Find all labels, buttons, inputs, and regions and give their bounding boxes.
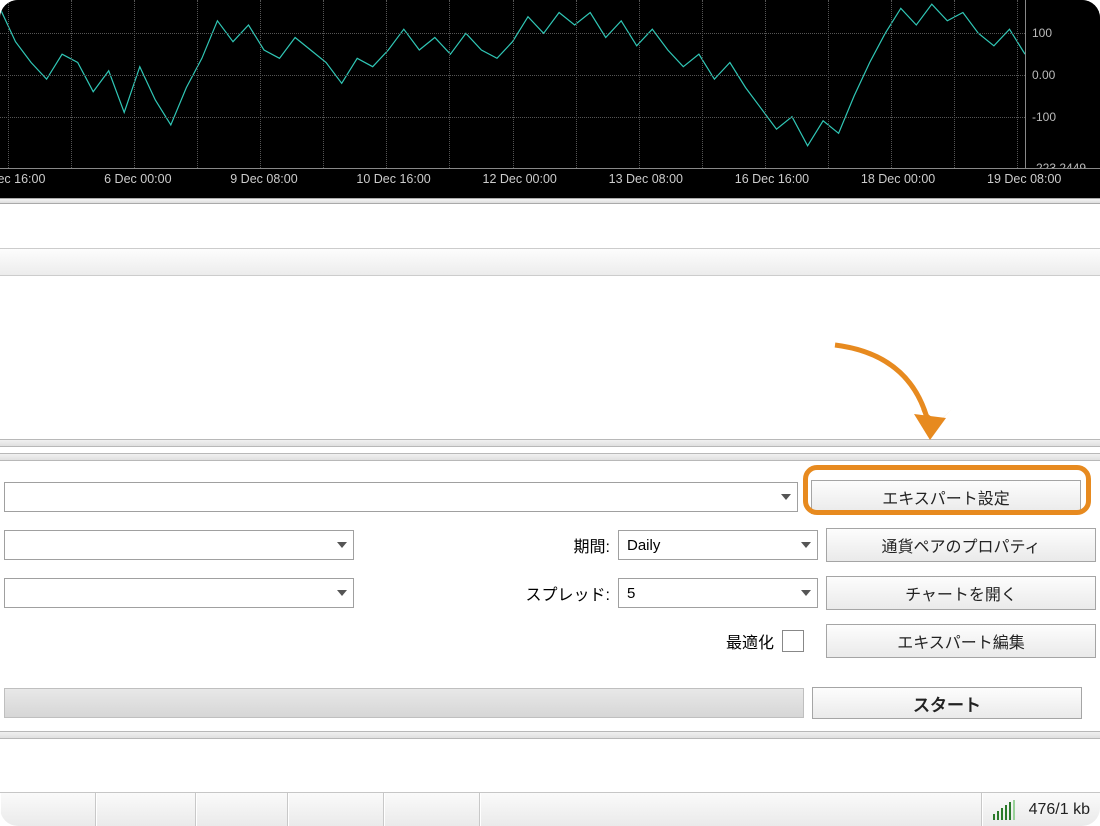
chevron-down-icon	[781, 494, 791, 500]
status-cell	[384, 793, 480, 826]
status-cell	[196, 793, 288, 826]
symbol-properties-button[interactable]: 通貨ペアのプロパティ	[826, 528, 1096, 562]
panel-divider-mid	[0, 453, 1100, 461]
chevron-down-icon	[801, 542, 811, 548]
kb-text: 476/1 kb	[1029, 801, 1090, 819]
spread-label: スプレッド:	[520, 581, 610, 605]
indicator-chart[interactable]: 1000.00-100-223.2449 4 Dec 16:006 Dec 00…	[0, 0, 1100, 198]
results-panel-blank	[0, 204, 1100, 248]
optimization-checkbox[interactable]	[782, 630, 804, 652]
status-cell	[480, 793, 982, 826]
signal-icon	[993, 800, 1021, 820]
period-label: 期間:	[544, 533, 610, 557]
open-chart-label: チャートを開く	[905, 581, 1017, 605]
status-cell	[96, 793, 196, 826]
chart-plot-area[interactable]	[0, 0, 1025, 168]
symbol-select[interactable]	[4, 530, 354, 560]
tester-settings-panel: エキスパート設定 期間: Daily 通貨ペアのプロパティ スプレッド: 5 チ…	[0, 461, 1100, 739]
panel-divider-bottom	[0, 731, 1100, 739]
status-cell	[0, 793, 96, 826]
chevron-down-icon	[337, 542, 347, 548]
start-button[interactable]: スタート	[812, 687, 1082, 719]
optimization-label: 最適化	[726, 629, 774, 653]
x-axis: 4 Dec 16:006 Dec 00:009 Dec 08:0010 Dec …	[0, 168, 1100, 198]
expert-edit-button[interactable]: エキスパート編集	[826, 624, 1096, 658]
chevron-down-icon	[337, 590, 347, 596]
expert-settings-label: エキスパート設定	[882, 485, 1010, 509]
progress-bar	[4, 688, 804, 718]
start-label: スタート	[913, 691, 981, 716]
status-bar: 476/1 kb	[0, 792, 1100, 826]
model-select[interactable]	[4, 578, 354, 608]
open-chart-button[interactable]: チャートを開く	[826, 576, 1096, 610]
expert-advisor-select[interactable]	[4, 482, 798, 512]
connection-status: 476/1 kb	[982, 793, 1100, 826]
expert-settings-button[interactable]: エキスパート設定	[811, 480, 1081, 514]
period-select[interactable]: Daily	[618, 530, 818, 560]
spread-value: 5	[627, 585, 635, 602]
spread-select[interactable]: 5	[618, 578, 818, 608]
period-value: Daily	[627, 537, 660, 554]
y-axis: 1000.00-100-223.2449	[1025, 0, 1100, 168]
chevron-down-icon	[801, 590, 811, 596]
tab-strip[interactable]	[0, 248, 1100, 276]
symbol-properties-label: 通貨ペアのプロパティ	[881, 533, 1040, 557]
panel-divider-top	[0, 439, 1100, 447]
status-cell	[288, 793, 384, 826]
blank-area	[0, 276, 1100, 439]
expert-edit-label: エキスパート編集	[897, 629, 1025, 653]
